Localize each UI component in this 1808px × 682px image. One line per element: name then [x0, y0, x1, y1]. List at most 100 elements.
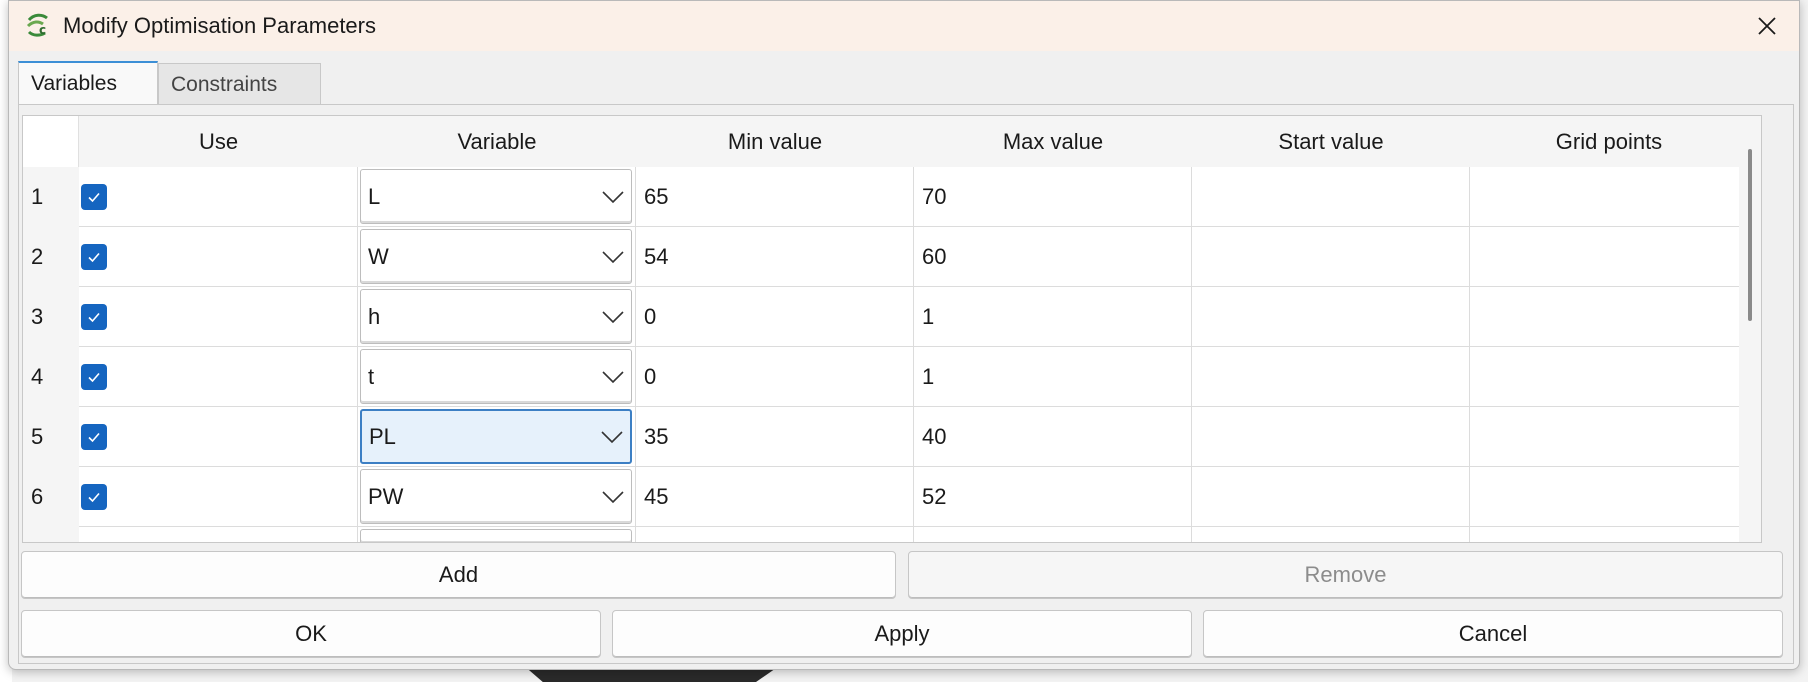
use-cell [79, 167, 358, 227]
variable-value: W [368, 243, 389, 269]
variable-combobox[interactable]: PL [360, 409, 632, 464]
chevron-down-icon [602, 310, 624, 323]
variable-value: t [368, 363, 375, 389]
max-value-cell[interactable]: 52 [914, 467, 1192, 527]
start-value-cell[interactable] [1192, 407, 1470, 467]
min-value-cell[interactable]: 0 [636, 287, 914, 347]
max-value-cell[interactable]: 60 [914, 227, 1192, 287]
check-icon [88, 192, 100, 202]
max-value-cell[interactable]: 1 [914, 347, 1192, 407]
min-value-cell[interactable]: 35 [636, 407, 914, 467]
use-cell-partial [79, 527, 358, 542]
min-value-cell[interactable]: 0 [636, 347, 914, 407]
row-number[interactable]: 6 [23, 467, 79, 527]
use-cell [79, 407, 358, 467]
variable-cell: L [358, 167, 636, 227]
grid-points-cell[interactable] [1470, 227, 1748, 287]
variable-cell: PL [358, 407, 636, 467]
variable-combobox[interactable]: t [360, 349, 632, 404]
chevron-down-icon [601, 430, 623, 443]
variable-combobox[interactable]: PW [360, 469, 632, 524]
max-value-cell[interactable]: 40 [914, 407, 1192, 467]
row-number[interactable]: 2 [23, 227, 79, 287]
variable-value: L [368, 183, 381, 209]
modify-optimisation-dialog: c Modify Optimisation Parameters Variabl… [8, 0, 1800, 670]
use-checkbox[interactable] [81, 423, 107, 450]
max-value-cell-partial[interactable] [914, 527, 1192, 542]
header-min-value[interactable]: Min value [636, 116, 914, 167]
variable-cell: PW [358, 467, 636, 527]
add-button[interactable]: Add [21, 551, 896, 599]
row-number[interactable]: 5 [23, 407, 79, 467]
dialog-title: Modify Optimisation Parameters [63, 13, 376, 38]
variable-cell-partial [358, 527, 636, 542]
use-checkbox[interactable] [81, 363, 107, 390]
variable-combobox-partial[interactable] [360, 529, 632, 542]
use-checkbox[interactable] [81, 483, 107, 510]
start-value-cell[interactable] [1192, 287, 1470, 347]
use-cell [79, 467, 358, 527]
apply-button[interactable]: Apply [612, 610, 1192, 658]
use-checkbox[interactable] [81, 243, 107, 270]
max-value-cell[interactable]: 1 [914, 287, 1192, 347]
min-value-cell[interactable]: 45 [636, 467, 914, 527]
variable-cell: W [358, 227, 636, 287]
chevron-down-icon [602, 490, 624, 503]
variable-combobox[interactable]: W [360, 229, 632, 284]
grid-points-cell[interactable] [1470, 467, 1748, 527]
variables-table: Use Variable Min value Max value Start v… [22, 115, 1762, 543]
header-start-value[interactable]: Start value [1192, 116, 1470, 167]
check-icon [88, 492, 100, 502]
header-use[interactable]: Use [79, 116, 358, 167]
row-number[interactable]: 1 [23, 167, 79, 227]
start-value-cell[interactable] [1192, 167, 1470, 227]
variable-cell: h [358, 287, 636, 347]
use-cell [79, 227, 358, 287]
svg-text:c: c [39, 23, 46, 37]
check-icon [88, 252, 100, 262]
chevron-down-icon [602, 250, 624, 263]
grid-points-cell[interactable] [1470, 167, 1748, 227]
start-value-cell[interactable] [1192, 347, 1470, 407]
variable-value: h [368, 303, 381, 329]
ok-button[interactable]: OK [21, 610, 601, 658]
header-max-value[interactable]: Max value [914, 116, 1192, 167]
close-button[interactable] [1735, 1, 1799, 51]
table-corner[interactable] [23, 116, 79, 167]
variables-pane: Use Variable Min value Max value Start v… [18, 104, 1794, 664]
tab-constraints[interactable]: Constraints [158, 63, 321, 105]
grid-points-cell[interactable] [1470, 287, 1748, 347]
tab-bar: Variables Constraints [18, 61, 321, 105]
variable-value: PL [369, 423, 396, 449]
row-number-partial[interactable] [23, 527, 79, 542]
variable-cell: t [358, 347, 636, 407]
variable-combobox[interactable]: L [360, 169, 632, 224]
grid-points-cell-partial[interactable] [1470, 527, 1748, 542]
header-grid-points[interactable]: Grid points [1470, 116, 1748, 167]
chevron-down-icon [602, 190, 624, 203]
row-number[interactable]: 4 [23, 347, 79, 407]
row-number[interactable]: 3 [23, 287, 79, 347]
grid-points-cell[interactable] [1470, 347, 1748, 407]
start-value-cell[interactable] [1192, 467, 1470, 527]
use-checkbox[interactable] [81, 183, 107, 210]
tab-variables[interactable]: Variables [18, 61, 158, 105]
chevron-down-icon [602, 370, 624, 383]
grid-points-cell[interactable] [1470, 407, 1748, 467]
min-value-cell-partial[interactable] [636, 527, 914, 542]
header-variable[interactable]: Variable [358, 116, 636, 167]
start-value-cell[interactable] [1192, 227, 1470, 287]
title-bar[interactable]: c Modify Optimisation Parameters [9, 1, 1799, 51]
min-value-cell[interactable]: 54 [636, 227, 914, 287]
use-checkbox[interactable] [81, 303, 107, 330]
scrollbar-thumb[interactable] [1748, 149, 1752, 321]
variable-combobox[interactable]: h [360, 289, 632, 344]
min-value-cell[interactable]: 65 [636, 167, 914, 227]
check-icon [88, 372, 100, 382]
close-icon [1758, 17, 1776, 35]
cancel-button[interactable]: Cancel [1203, 610, 1783, 658]
max-value-cell[interactable]: 70 [914, 167, 1192, 227]
remove-button[interactable]: Remove [908, 551, 1783, 599]
start-value-cell-partial[interactable] [1192, 527, 1470, 542]
vertical-scrollbar[interactable] [1739, 116, 1761, 542]
